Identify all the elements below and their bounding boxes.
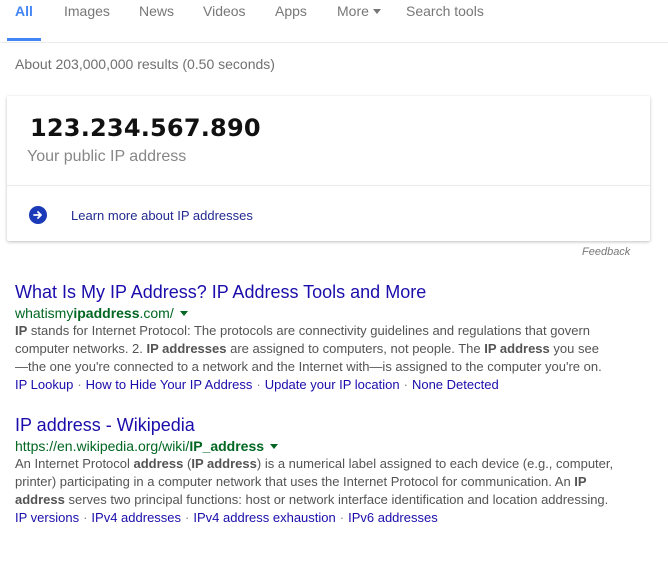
- tab-search-tools[interactable]: Search tools: [406, 3, 484, 19]
- sitelink-ip-lookup[interactable]: IP Lookup: [15, 377, 73, 392]
- learn-more-label: Learn more about IP addresses: [71, 207, 253, 223]
- sitelink-ipv4-exhaustion[interactable]: IPv4 address exhaustion: [193, 510, 335, 525]
- tab-videos[interactable]: Videos: [203, 3, 246, 19]
- ip-address-value: 123.234.567.890: [30, 114, 261, 142]
- separator: ·: [403, 377, 408, 392]
- sitelink-ip-versions[interactable]: IP versions: [15, 510, 79, 525]
- result-title-link[interactable]: What Is My IP Address? IP Address Tools …: [15, 281, 635, 303]
- sitelinks: IP Lookup · How to Hide Your IP Address · Up…: [15, 376, 635, 394]
- arrow-right-circle-icon: [29, 206, 47, 224]
- result-stats: About 203,000,000 results (0.50 seconds): [15, 56, 275, 72]
- tab-images[interactable]: Images: [64, 3, 110, 19]
- ip-answer-card: 123.234.567.890 Your public IP address L…: [7, 96, 650, 241]
- snippet-text: An Internet Protocol: [15, 456, 134, 471]
- sitelink-ipv4-addresses[interactable]: IPv4 addresses: [91, 510, 181, 525]
- tab-news[interactable]: News: [139, 3, 174, 19]
- tab-more[interactable]: More: [337, 3, 381, 19]
- result-url: https://en.wikipedia.org/wiki/IP_address: [15, 437, 635, 455]
- snippet-bold: IP addresses: [146, 341, 227, 356]
- snippet-bold: IP address: [484, 341, 550, 356]
- search-result: What Is My IP Address? IP Address Tools …: [15, 281, 635, 394]
- result-title-link[interactable]: IP address - Wikipedia: [15, 414, 635, 436]
- chevron-down-icon[interactable]: [179, 310, 188, 316]
- snippet-text: are assigned to computers, not people. T…: [226, 341, 485, 356]
- snippet-bold: IP address: [191, 456, 257, 471]
- snippet-bold: address: [133, 456, 184, 471]
- separator: ·: [77, 377, 82, 392]
- sitelink-hide-ip[interactable]: How to Hide Your IP Address: [86, 377, 253, 392]
- result-snippet: An Internet Protocol address (IP address…: [15, 455, 615, 509]
- search-result: IP address - Wikipedia https://en.wikipe…: [15, 414, 635, 527]
- separator: ·: [339, 510, 345, 525]
- tab-more-label: More: [337, 3, 369, 19]
- sitelinks: IP versions · IPv4 addresses · IPv4 address …: [15, 509, 635, 527]
- result-url-pre: whatismy: [15, 305, 74, 321]
- chevron-down-icon: [372, 8, 381, 14]
- feedback-link[interactable]: Feedback: [582, 246, 630, 258]
- tab-apps[interactable]: Apps: [275, 3, 307, 19]
- sitelink-none-detected[interactable]: None Detected: [412, 377, 499, 392]
- separator: ·: [83, 510, 88, 525]
- card-divider: [7, 185, 650, 186]
- result-snippet: IP stands for Internet Protocol: The pro…: [15, 322, 615, 376]
- learn-more-link[interactable]: Learn more about IP addresses: [29, 205, 253, 225]
- result-url: whatismyipaddress.com/: [15, 304, 635, 322]
- separator: ·: [185, 510, 190, 525]
- active-tab-indicator: [7, 38, 41, 41]
- result-url-pre: https://en.wikipedia.org/wiki/: [15, 438, 190, 454]
- snippet-text: serves two principal functions: host or …: [64, 492, 609, 507]
- ip-address-caption: Your public IP address: [27, 148, 187, 165]
- chevron-down-icon[interactable]: [270, 443, 279, 449]
- sitelink-ipv6-addresses[interactable]: IPv6 addresses: [348, 510, 438, 525]
- tab-all[interactable]: All: [15, 3, 33, 19]
- snippet-bold: IP: [15, 323, 28, 338]
- separator: ·: [256, 377, 261, 392]
- search-tabs-bar: All Images News Videos Apps More Search …: [0, 0, 668, 43]
- sitelink-update-location[interactable]: Update your IP location: [265, 377, 400, 392]
- result-url-bold: IP_address: [189, 438, 265, 454]
- result-url-post: .com/: [139, 305, 174, 321]
- result-url-bold: ipaddress: [73, 305, 140, 321]
